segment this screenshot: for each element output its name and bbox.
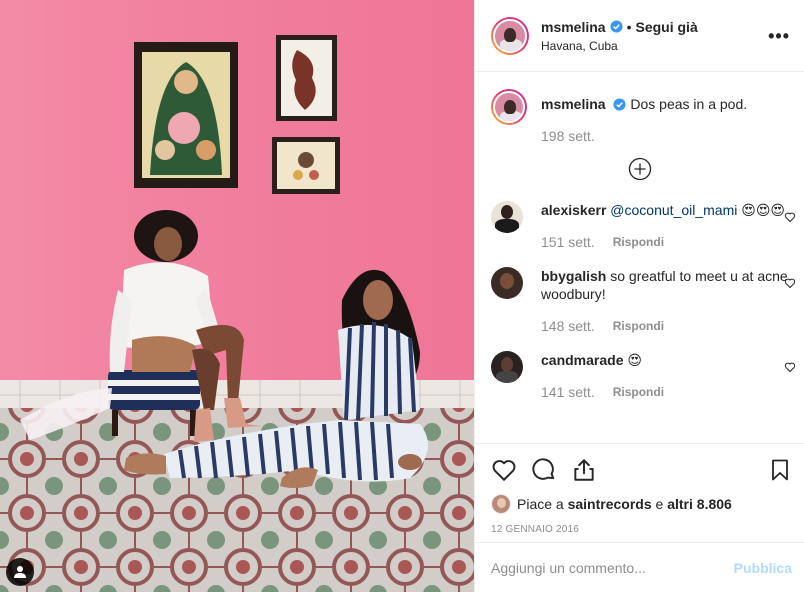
post-header: msmelina • Segui già Havana, Cuba ••• [475,0,804,72]
comment-item: alexiskerr @coconut_oil_mami 😍😍😍 151 set… [475,201,804,251]
liker-username[interactable]: saintrecords [568,496,652,512]
post-location[interactable]: Havana, Cuba [541,39,768,53]
commenter-username[interactable]: bbygalish [541,268,606,284]
header-separator: • [626,18,632,35]
likes-summary[interactable]: Piace a saintrecords e altri 8.806 [491,494,792,514]
commenter-username[interactable]: candmarade [541,352,623,368]
reply-button[interactable]: Rispondi [613,233,664,251]
comment-bubble-icon[interactable] [531,457,557,483]
comments-list[interactable]: msmelina Dos peas in a pod. 198 sett. al… [475,73,804,443]
comment-item: bbygalish so greatful to meet u at acne … [475,267,804,335]
liker-avatar[interactable] [491,494,511,514]
author-avatar[interactable] [491,16,529,55]
comment-time[interactable]: 148 sett. [541,317,595,335]
commenter-avatar[interactable] [491,351,523,383]
post-image [0,0,474,592]
publish-button[interactable]: Pubblica [734,560,792,576]
comment-mention[interactable]: @coconut_oil_mami [610,202,737,218]
commenter-username[interactable]: alexiskerr [541,202,606,218]
comment-item: candmarade 😍 141 sett. Rispondi [475,351,804,401]
like-comment-heart-icon[interactable] [784,361,796,373]
like-comment-heart-icon[interactable] [784,211,796,223]
comment-composer: Pubblica [475,542,804,592]
like-heart-icon[interactable] [491,457,517,483]
comment-text: 😍 [627,352,642,368]
following-button[interactable]: Segui già [636,19,698,35]
likes-count[interactable]: altri 8.806 [667,496,732,512]
author-username[interactable]: msmelina [541,19,606,35]
comment-text: 😍😍😍 [741,202,786,218]
caption-avatar[interactable] [491,89,527,125]
likes-middle: e [655,496,664,512]
verified-badge-icon [610,20,623,33]
post-date[interactable]: 12 GENNAIO 2016 [491,524,792,535]
like-comment-heart-icon[interactable] [784,277,796,289]
post-photo[interactable] [0,0,474,592]
commenter-avatar[interactable] [491,267,523,299]
tagged-users-button[interactable] [6,558,34,586]
post-actions: Piace a saintrecords e altri 8.806 12 GE… [475,443,804,535]
user-icon [14,566,26,578]
comment-input[interactable] [491,559,734,576]
more-options-icon[interactable]: ••• [768,27,790,45]
reply-button[interactable]: Rispondi [613,383,664,401]
post-sidebar: msmelina • Segui già Havana, Cuba ••• ms… [474,0,804,592]
share-icon[interactable] [571,457,597,483]
comment-time[interactable]: 141 sett. [541,383,595,401]
likes-prefix: Piace a [517,496,564,512]
reply-button[interactable]: Rispondi [613,317,664,335]
caption-text: Dos peas in a pod. [630,96,748,112]
save-bookmark-icon[interactable] [768,457,792,483]
verified-badge-icon [613,98,627,111]
load-more-comments-icon[interactable] [628,157,652,181]
commenter-avatar[interactable] [491,201,523,233]
caption-time[interactable]: 198 sett. [541,127,595,145]
caption-username[interactable]: msmelina [541,96,606,112]
post-caption: msmelina Dos peas in a pod. 198 sett. [475,73,804,145]
comment-time[interactable]: 151 sett. [541,233,595,251]
